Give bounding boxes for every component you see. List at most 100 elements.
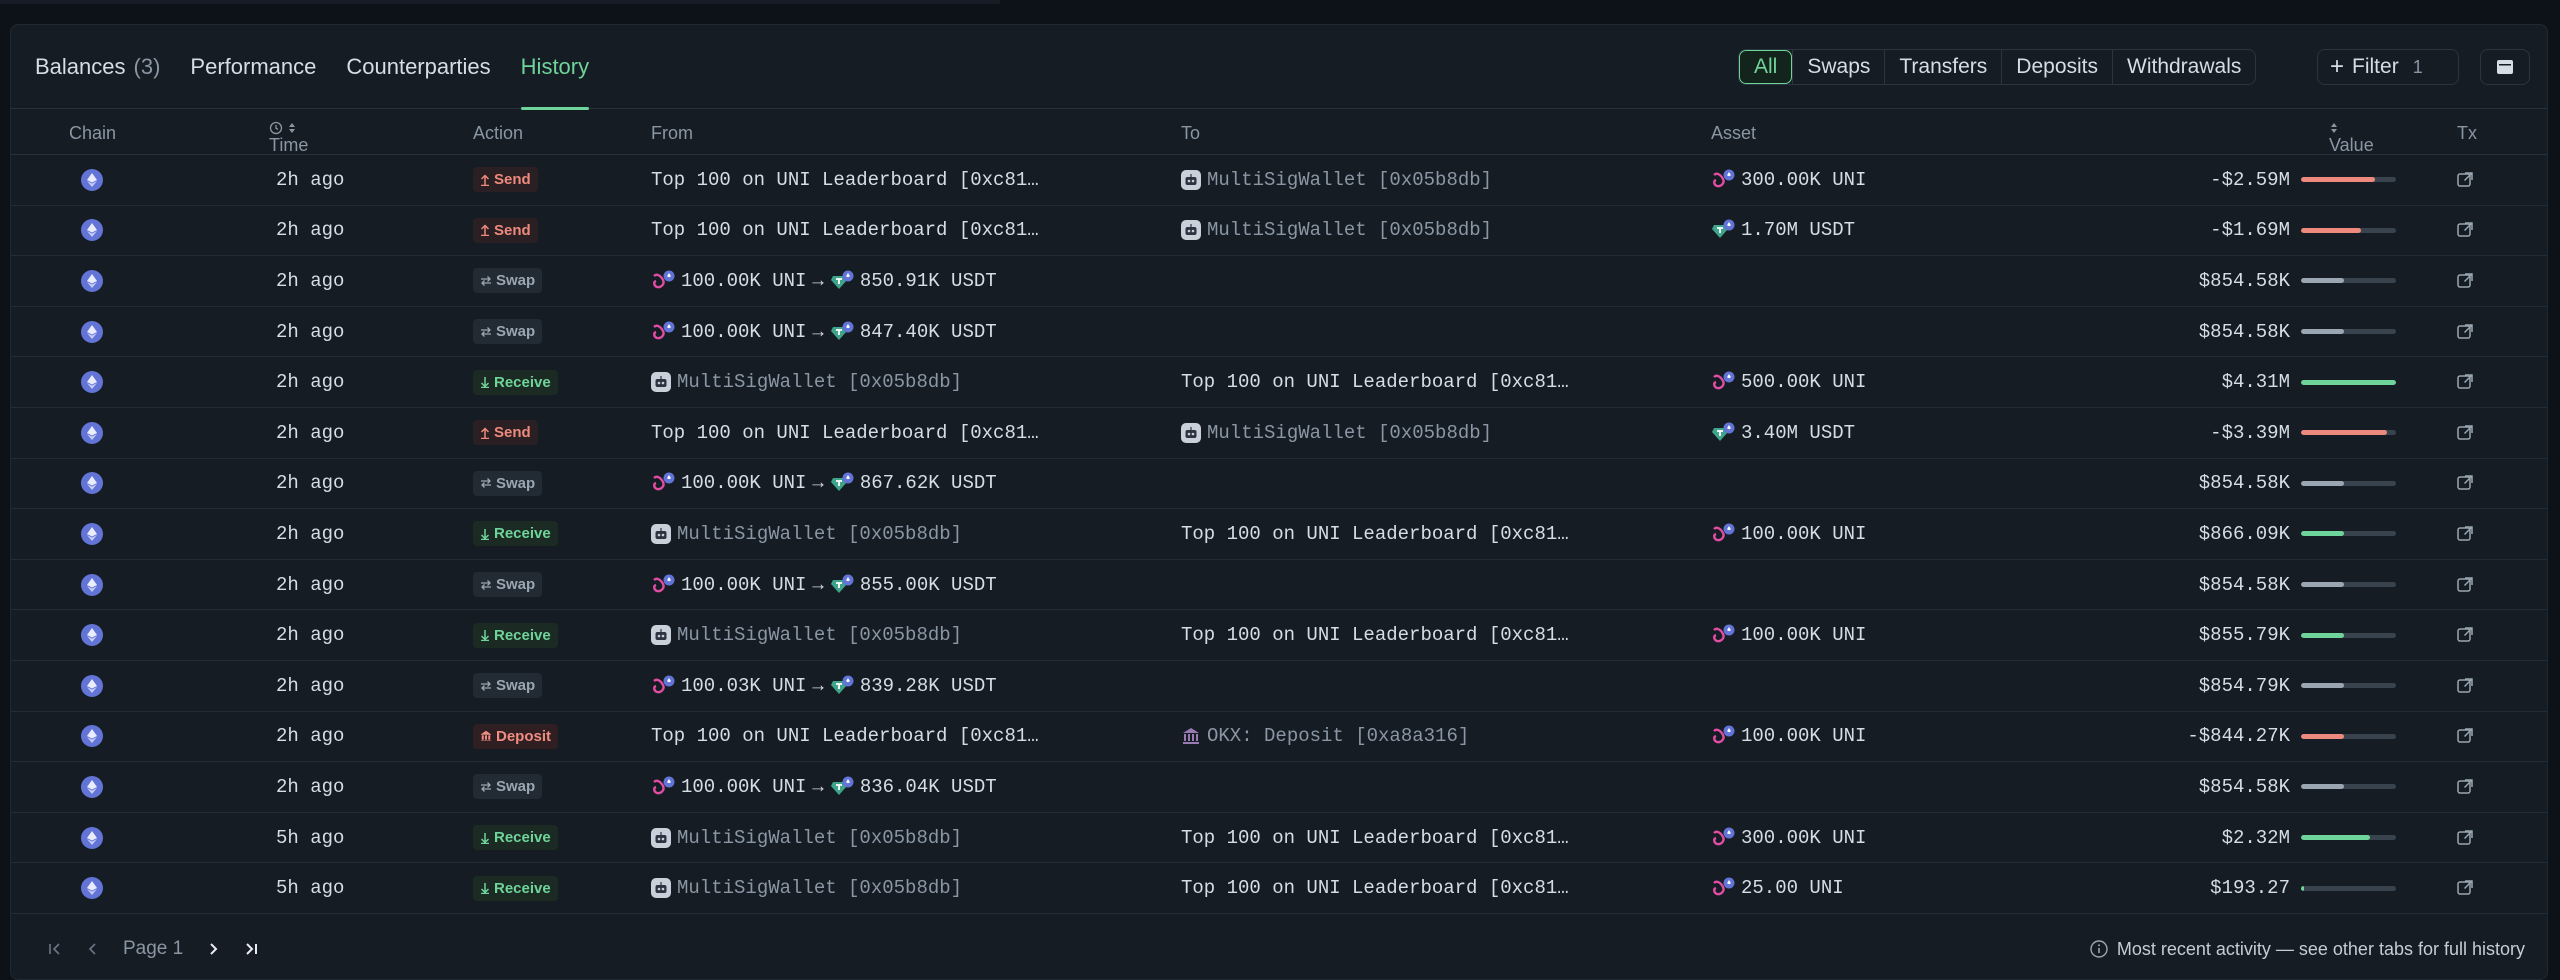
table-row[interactable]: 2h ago Swap 100.00K UNI → 836.04K USDT $854.5… — [11, 762, 2547, 813]
value-cell: $866.09K — [2198, 522, 2290, 545]
table-row[interactable]: 2h ago Send Top 100 on UNI Leaderboard [0x… — [11, 206, 2547, 257]
table-row[interactable]: 5h ago Receive MultiSigWallet [0x05b8db] To… — [11, 863, 2547, 914]
external-link-icon[interactable] — [2456, 829, 2474, 847]
ethereum-icon — [81, 775, 103, 798]
filter-button[interactable]: + Filter 1 — [2317, 49, 2459, 85]
swap-out-amount: 839.28K USDT — [859, 674, 997, 697]
table-row[interactable]: 2h ago Receive MultiSigWallet [0x05b8db] To… — [11, 357, 2547, 408]
swap-icon — [480, 477, 492, 489]
table-row[interactable]: 2h ago Swap 100.00K UNI → 847.40K USDT $854.5… — [11, 307, 2547, 358]
action-badge-send: Send — [473, 167, 538, 193]
ethereum-icon — [81, 573, 103, 596]
type-segmented-control: All Swaps Transfers Deposits Withdrawals — [1738, 49, 2257, 85]
table-row[interactable]: 2h ago Deposit Top 100 on UNI Leaderboard … — [11, 712, 2547, 763]
arrow-right-icon: → — [812, 573, 824, 596]
external-link-icon[interactable] — [2456, 727, 2474, 745]
table-row[interactable]: 2h ago Swap 100.03K UNI → 839.28K USDT $854.7… — [11, 661, 2547, 712]
tab-balances[interactable]: Balances (3) — [35, 25, 160, 109]
external-link-icon[interactable] — [2456, 677, 2474, 695]
action-label: Swap — [496, 323, 536, 341]
asset-amount: 300.00K UNI — [1741, 168, 1867, 191]
tx-cell — [2456, 256, 2474, 306]
external-link-icon[interactable] — [2456, 474, 2474, 492]
to-address[interactable]: Top 100 on UNI Leaderboard [0xc81… — [1181, 523, 1569, 545]
action-badge-swap: Swap — [473, 268, 543, 294]
next-page-icon[interactable] — [205, 941, 221, 957]
segment-swaps[interactable]: Swaps — [1792, 50, 1884, 84]
external-link-icon[interactable] — [2456, 373, 2474, 391]
external-link-icon[interactable] — [2456, 272, 2474, 290]
to-address[interactable]: Top 100 on UNI Leaderboard [0xc81… — [1181, 827, 1569, 849]
from-address[interactable]: Top 100 on UNI Leaderboard [0xc81… — [651, 725, 1039, 747]
value-bar — [2301, 712, 2396, 762]
first-page-icon[interactable] — [47, 941, 63, 957]
to-address[interactable]: MultiSigWallet [0x05b8db] — [1207, 219, 1492, 241]
tab-label: Balances — [35, 54, 126, 79]
table-row[interactable]: 2h ago Receive MultiSigWallet [0x05b8db] To… — [11, 610, 2547, 661]
from-address[interactable]: MultiSigWallet [0x05b8db] — [677, 523, 962, 545]
from-address[interactable]: Top 100 on UNI Leaderboard [0xc81… — [651, 219, 1039, 241]
tab-history[interactable]: History — [520, 25, 590, 110]
asset-amount: 100.00K UNI — [1741, 624, 1867, 647]
time-cell: 2h ago — [276, 573, 345, 596]
table-row[interactable]: 2h ago Swap 100.00K UNI → 850.91K USDT $854.5… — [11, 256, 2547, 307]
external-link-icon[interactable] — [2456, 424, 2474, 442]
prev-page-icon[interactable] — [85, 941, 101, 957]
chain-cell — [81, 155, 103, 205]
segment-all[interactable]: All — [1739, 50, 1793, 84]
ethereum-icon — [81, 826, 103, 849]
chain-cell — [81, 762, 103, 812]
filter-count: 1 — [2412, 56, 2423, 77]
usdt-token-icon — [830, 321, 854, 343]
segment-withdrawals[interactable]: Withdrawals — [2112, 50, 2255, 84]
from-address[interactable]: MultiSigWallet [0x05b8db] — [677, 877, 962, 899]
segment-deposits[interactable]: Deposits — [2001, 50, 2112, 84]
action-label: Receive — [494, 879, 551, 897]
tab-label: Performance — [190, 54, 317, 79]
col-time[interactable]: Time — [269, 121, 308, 155]
from-address[interactable]: Top 100 on UNI Leaderboard [0xc81… — [651, 169, 1039, 191]
tab-performance[interactable]: Performance — [190, 25, 316, 109]
external-link-icon[interactable] — [2456, 171, 2474, 189]
external-link-icon[interactable] — [2456, 778, 2474, 796]
table-row[interactable]: 2h ago Send Top 100 on UNI Leaderboard [0x… — [11, 408, 2547, 459]
action-label: Send — [494, 171, 531, 189]
from-address[interactable]: MultiSigWallet [0x05b8db] — [677, 371, 962, 393]
ethereum-icon — [81, 421, 103, 444]
action-cell: Swap — [473, 762, 543, 812]
segment-transfers[interactable]: Transfers — [1884, 50, 2001, 84]
value-cell: $4.31M — [2221, 371, 2290, 394]
col-value[interactable]: Value — [2329, 121, 2374, 155]
external-link-icon[interactable] — [2456, 879, 2474, 897]
uni-token-icon — [1711, 169, 1735, 191]
to-address[interactable]: Top 100 on UNI Leaderboard [0xc81… — [1181, 624, 1569, 646]
external-link-icon[interactable] — [2456, 626, 2474, 644]
from-address[interactable]: MultiSigWallet [0x05b8db] — [677, 827, 962, 849]
table-row[interactable]: 2h ago Swap 100.00K UNI → 867.62K USDT $854.5… — [11, 459, 2547, 510]
table-row[interactable]: 2h ago Receive MultiSigWallet [0x05b8db] To… — [11, 509, 2547, 560]
table-row[interactable]: 5h ago Receive MultiSigWallet [0x05b8db] To… — [11, 813, 2547, 864]
to-address[interactable]: OKX: Deposit [0xa8a316] — [1207, 725, 1469, 747]
external-link-icon[interactable] — [2456, 525, 2474, 543]
value-bar — [2301, 307, 2396, 357]
value-bar — [2301, 560, 2396, 610]
to-address[interactable]: Top 100 on UNI Leaderboard [0xc81… — [1181, 371, 1569, 393]
to-address[interactable]: MultiSigWallet [0x05b8db] — [1207, 169, 1492, 191]
export-button[interactable] — [2480, 49, 2530, 85]
external-link-icon[interactable] — [2456, 576, 2474, 594]
last-page-icon[interactable] — [243, 941, 259, 957]
table-row[interactable]: 2h ago Swap 100.00K UNI → 855.00K USDT $854.5… — [11, 560, 2547, 611]
panel-header: Balances (3) Performance Counterparties Hist… — [11, 25, 2547, 110]
to-address[interactable]: Top 100 on UNI Leaderboard [0xc81… — [1181, 877, 1569, 899]
external-link-icon[interactable] — [2456, 221, 2474, 239]
action-badge-swap: Swap — [473, 572, 543, 598]
tx-cell — [2456, 762, 2474, 812]
from-address[interactable]: MultiSigWallet [0x05b8db] — [677, 624, 962, 646]
from-address[interactable]: Top 100 on UNI Leaderboard [0xc81… — [651, 422, 1039, 444]
table-row[interactable]: 2h ago Send Top 100 on UNI Leaderboard [0x… — [11, 155, 2547, 206]
to-address[interactable]: MultiSigWallet [0x05b8db] — [1207, 422, 1492, 444]
tx-cell — [2456, 509, 2474, 559]
external-link-icon[interactable] — [2456, 323, 2474, 341]
tab-counterparties[interactable]: Counterparties — [346, 25, 490, 109]
robot-icon — [1181, 220, 1201, 241]
